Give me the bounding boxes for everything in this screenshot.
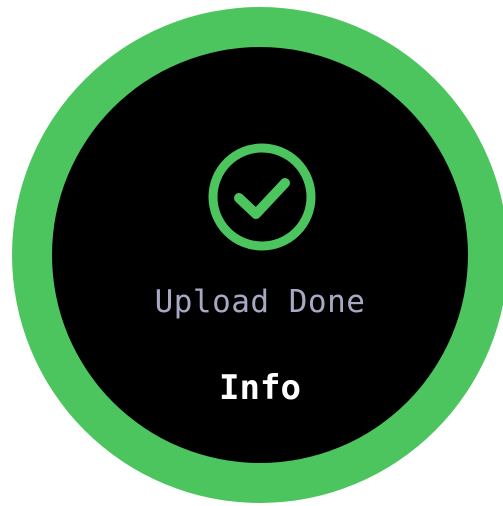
- watch-bezel: Upload Done Info: [12, 7, 503, 503]
- upload-status-text: Upload Done: [154, 284, 366, 320]
- watch-screen: Upload Done Info: [52, 47, 468, 463]
- check-circle-icon: [208, 143, 316, 251]
- info-button[interactable]: Info: [205, 362, 315, 414]
